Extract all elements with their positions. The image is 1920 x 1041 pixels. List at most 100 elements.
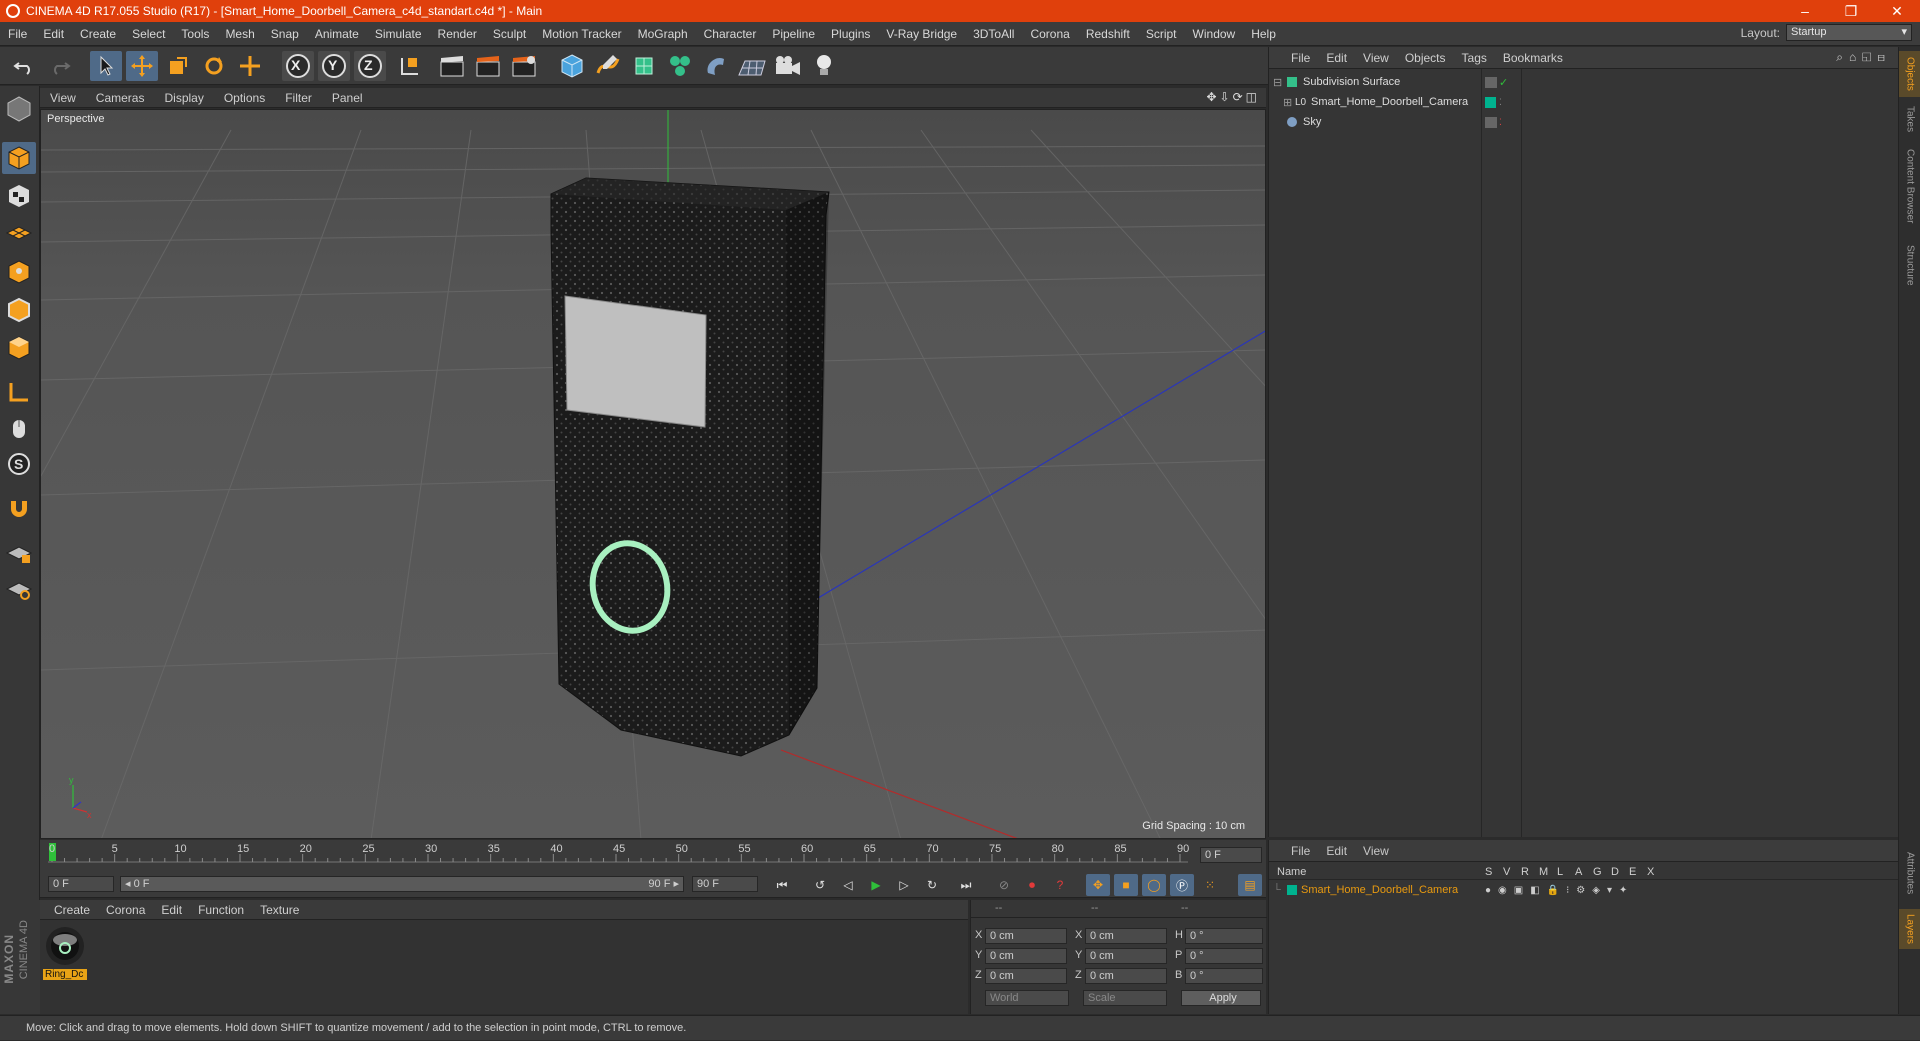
frame-range-slider[interactable]: ◂ 0 F 90 F ▸ [120,876,684,892]
coordinate-system-button[interactable] [394,51,426,81]
object-menu-bookmarks[interactable]: Bookmarks [1495,51,1571,65]
tab-objects[interactable]: Objects [1899,51,1920,97]
material-swatch[interactable]: Ring_Dc [43,926,87,982]
object-menu-edit[interactable]: Edit [1318,51,1355,65]
menu-pipeline[interactable]: Pipeline [764,27,823,41]
tab-attributes[interactable]: Attributes [1899,843,1920,903]
timeline-window-button[interactable]: ▤ [1238,874,1262,896]
viewport-menu-options[interactable]: Options [214,91,275,105]
layout-dropdown[interactable]: Startup ▾ [1786,24,1912,41]
key-scale-button[interactable]: ■ [1114,874,1138,896]
close-button[interactable]: ✕ [1874,0,1920,22]
menu-help[interactable]: Help [1243,27,1284,41]
object-row[interactable]: ⊞ L0 Smart_Home_Doorbell_Camera ⁚ [1273,93,1885,111]
viewport-menu-display[interactable]: Display [154,91,213,105]
menu-render[interactable]: Render [430,27,485,41]
z-axis-toggle[interactable]: Z [354,51,386,81]
object-row[interactable]: Sky ⁚ [1273,113,1885,131]
menu-script[interactable]: Script [1138,27,1185,41]
object-menu-file[interactable]: File [1269,51,1318,65]
cube-object-button[interactable] [556,51,588,81]
material-menu-texture[interactable]: Texture [252,903,307,917]
magnet-button[interactable] [2,492,36,524]
tab-content-browser[interactable]: Content Browser [1899,143,1920,229]
menu-3dtoall[interactable]: 3DToAll [965,27,1022,41]
layer-menu-view[interactable]: View [1355,844,1397,858]
visibility-dots-icon[interactable]: ⁚ [1499,117,1502,128]
menu-create[interactable]: Create [72,27,124,41]
tab-structure[interactable]: Structure [1899,239,1920,291]
edges-mode-button[interactable] [2,294,36,326]
position-x-field[interactable]: 0 cm [985,928,1067,944]
live-selection-button[interactable] [234,51,266,81]
start-frame-field[interactable]: 0 F [48,876,114,892]
menu-mograph[interactable]: MoGraph [630,27,696,41]
subdivision-surface-button[interactable] [628,51,660,81]
rotation-p-field[interactable]: 0 ° [1185,948,1263,964]
next-key-button[interactable]: ↻ [920,874,944,896]
render-view-button[interactable] [436,51,468,81]
key-parameter-button[interactable]: Ⓟ [1170,874,1194,896]
menu-file[interactable]: File [0,27,35,41]
menu-sculpt[interactable]: Sculpt [485,27,534,41]
make-editable-button[interactable] [2,92,36,124]
spline-pen-button[interactable] [592,51,624,81]
layer-menu-edit[interactable]: Edit [1318,844,1355,858]
menu-corona[interactable]: Corona [1022,27,1077,41]
apply-button[interactable]: Apply [1181,990,1261,1006]
next-frame-button[interactable]: ▷ [892,874,916,896]
viewport-menu-filter[interactable]: Filter [275,91,322,105]
record-keys-button[interactable]: ⊘ [992,874,1016,896]
previous-frame-button[interactable]: ◁ [836,874,860,896]
menu-simulate[interactable]: Simulate [367,27,430,41]
y-axis-toggle[interactable]: Y [318,51,350,81]
tab-takes[interactable]: Takes [1899,103,1920,135]
menu-window[interactable]: Window [1185,27,1244,41]
object-row[interactable]: ⊟ Subdivision Surface ✓ [1273,73,1885,91]
go-to-end-button[interactable]: ⏭ [954,874,978,896]
layer-menu-file[interactable]: File [1269,844,1318,858]
deformer-button[interactable] [700,51,732,81]
size-mode-dropdown[interactable]: Scale [1083,990,1167,1006]
axis-mode-button[interactable] [2,376,36,408]
material-menu-function[interactable]: Function [190,903,252,917]
light-object-button[interactable] [808,51,840,81]
object-manager-nav-icons[interactable]: ⌕⌂◱⊟ [1836,50,1891,65]
undo-button[interactable] [8,51,40,81]
menu-snap[interactable]: Snap [263,27,307,41]
select-tool-button[interactable] [90,51,122,81]
redo-button[interactable] [44,51,76,81]
visibility-dots-icon[interactable]: ⁚ [1499,97,1502,108]
material-menu-create[interactable]: Create [40,903,98,917]
size-y-field[interactable]: 0 cm [1085,948,1167,964]
position-y-field[interactable]: 0 cm [985,948,1067,964]
workplane-lock-button[interactable] [2,536,36,568]
tweak-mode-button[interactable] [2,412,36,444]
menu-vray-bridge[interactable]: V-Ray Bridge [878,27,965,41]
layer-row[interactable]: └ Smart_Home_Doorbell_Camera ●◉▣◧🔒⁝⚙◈▾✦ [1273,882,1885,898]
viewport-menu-view[interactable]: View [40,91,86,105]
menu-tools[interactable]: Tools [173,27,217,41]
perspective-viewport[interactable]: y x Perspective Grid Spacing : 10 cm [40,109,1266,839]
tab-layers[interactable]: Layers [1899,909,1920,949]
rotation-b-field[interactable]: 0 ° [1185,968,1263,984]
enabled-check-icon[interactable]: ✓ [1499,76,1508,89]
rotation-h-field[interactable]: 0 ° [1185,928,1263,944]
key-pla-button[interactable]: ⁙ [1198,874,1222,896]
viewport-nav-icons[interactable]: ✥⇩⟳◫ [1206,90,1260,104]
object-menu-tags[interactable]: Tags [1454,51,1495,65]
scale-tool-button[interactable] [162,51,194,81]
menu-character[interactable]: Character [696,27,765,41]
move-tool-button[interactable] [126,51,158,81]
viewport-menu-cameras[interactable]: Cameras [86,91,155,105]
render-picture-viewer-button[interactable] [472,51,504,81]
menu-mesh[interactable]: Mesh [217,27,262,41]
workplane-align-button[interactable] [2,572,36,604]
x-axis-toggle[interactable]: X [282,51,314,81]
position-z-field[interactable]: 0 cm [985,968,1067,984]
previous-key-button[interactable]: ↺ [808,874,832,896]
object-menu-view[interactable]: View [1355,51,1397,65]
end-frame-field[interactable]: 90 F [692,876,758,892]
autokey-button[interactable]: ⏺ [1020,874,1044,896]
model-mode-button[interactable] [2,142,36,174]
